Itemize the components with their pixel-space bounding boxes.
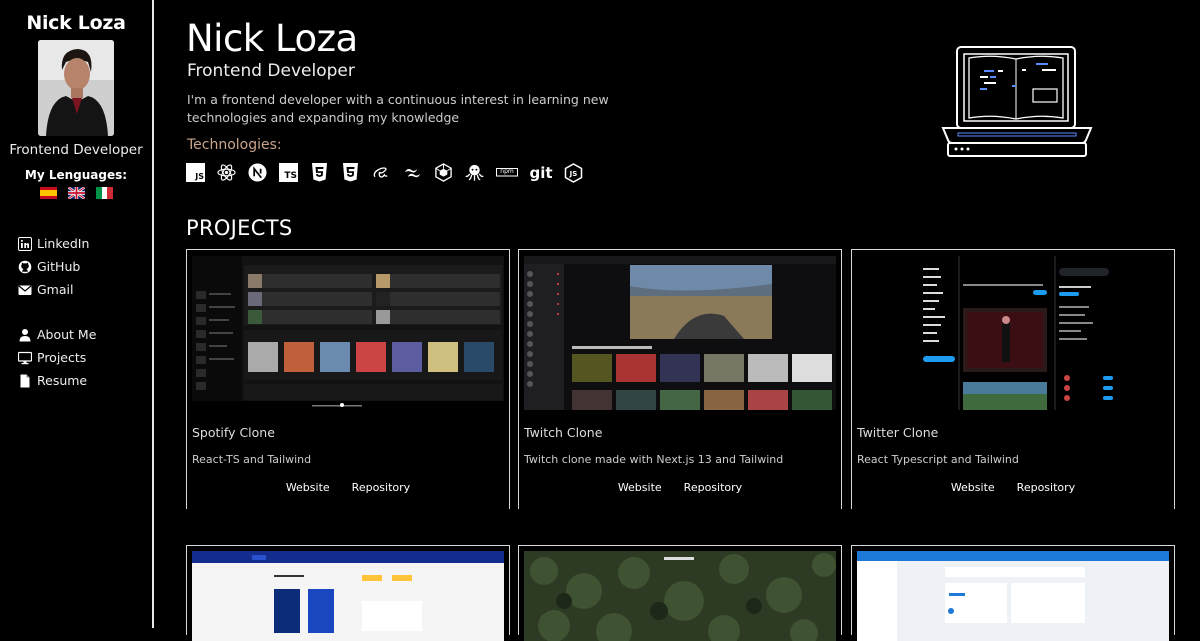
mail-icon bbox=[18, 283, 32, 297]
project-screenshot-twitter[interactable] bbox=[857, 256, 1169, 410]
sidebar-link-label: Gmail bbox=[37, 282, 74, 297]
sidebar-links: LinkedIn GitHub Gmail About Me Projects bbox=[18, 232, 96, 392]
sidebar-link-label: Resume bbox=[37, 373, 88, 388]
css3-icon bbox=[341, 163, 360, 182]
project-card-forest bbox=[518, 545, 842, 641]
git-icon: git bbox=[529, 163, 553, 182]
sidebar-link-label: About Me bbox=[37, 327, 97, 342]
github-icon bbox=[18, 260, 32, 274]
hero-description: I'm a frontend developer with a continuo… bbox=[187, 92, 609, 125]
svg-text:JS: JS bbox=[569, 170, 578, 178]
project-title: Spotify Clone bbox=[192, 425, 275, 440]
sidebar-link-github[interactable]: GitHub bbox=[18, 255, 96, 278]
js-icon: JS bbox=[186, 163, 205, 182]
npm-text: npm bbox=[500, 168, 514, 175]
project-card-payment bbox=[186, 545, 510, 641]
document-icon bbox=[18, 374, 32, 388]
tailwind-icon bbox=[403, 163, 422, 182]
website-link[interactable]: Website bbox=[951, 481, 995, 494]
language-flags bbox=[0, 187, 152, 199]
sidebar-link-label: LinkedIn bbox=[37, 236, 90, 251]
sidebar-link-label: GitHub bbox=[37, 259, 81, 274]
project-card-dashboard bbox=[851, 545, 1175, 641]
avatar bbox=[38, 40, 114, 136]
repository-link[interactable]: Repository bbox=[352, 481, 411, 494]
technologies-list: JS TS npm git JS bbox=[186, 162, 583, 183]
project-card-twitter: Twitter Clone React Typescript and Tailw… bbox=[851, 249, 1175, 509]
laptop-illustration bbox=[940, 45, 1094, 163]
project-description: React-TS and Tailwind bbox=[192, 453, 312, 466]
projects-title: PROJECTS bbox=[186, 216, 293, 240]
webpack-icon bbox=[434, 163, 453, 182]
website-link[interactable]: Website bbox=[286, 481, 330, 494]
nextjs-icon bbox=[248, 163, 267, 182]
italy-flag-icon[interactable] bbox=[95, 187, 113, 199]
project-card-spotify: Spotify Clone React-TS and Tailwind Webs… bbox=[186, 249, 510, 509]
project-screenshot-spotify[interactable] bbox=[192, 256, 504, 410]
sidebar-link-resume[interactable]: Resume bbox=[18, 369, 96, 392]
linkedin-icon bbox=[18, 236, 32, 251]
nodejs-icon: JS bbox=[564, 162, 583, 183]
sidebar-link-linkedin[interactable]: LinkedIn bbox=[18, 232, 96, 255]
sidebar-link-label: Projects bbox=[37, 350, 87, 365]
languages-label: My Lenguages: bbox=[24, 168, 128, 182]
project-title: Twitter Clone bbox=[857, 425, 939, 440]
octopus-icon bbox=[465, 163, 484, 182]
website-link[interactable]: Website bbox=[618, 481, 662, 494]
html5-icon bbox=[310, 163, 329, 182]
repository-link[interactable]: Repository bbox=[684, 481, 743, 494]
sass-icon bbox=[372, 163, 391, 182]
hero-name: Nick Loza bbox=[186, 17, 358, 60]
repository-link[interactable]: Repository bbox=[1017, 481, 1076, 494]
react-icon bbox=[217, 163, 236, 182]
npm-icon: npm bbox=[496, 163, 518, 182]
hero-role: Frontend Developer bbox=[187, 61, 355, 81]
project-card-twitch: Twitch Clone Twitch clone made with Next… bbox=[518, 249, 842, 509]
project-description: Twitch clone made with Next.js 13 and Ta… bbox=[524, 453, 784, 466]
monitor-icon bbox=[18, 351, 32, 365]
sidebar-link-projects[interactable]: Projects bbox=[18, 346, 96, 369]
project-description: React Typescript and Tailwind bbox=[857, 453, 1019, 466]
sidebar-link-about-me[interactable]: About Me bbox=[18, 323, 96, 346]
uk-flag-icon[interactable] bbox=[67, 187, 85, 199]
sidebar: Nick Loza Frontend Developer My Lenguage… bbox=[0, 0, 154, 628]
spain-flag-icon[interactable] bbox=[39, 187, 57, 199]
project-title: Twitch Clone bbox=[524, 425, 603, 440]
ts-icon: TS bbox=[279, 163, 298, 182]
sidebar-link-gmail[interactable]: Gmail bbox=[18, 278, 96, 301]
sidebar-title: Frontend Developer bbox=[9, 142, 143, 158]
sidebar-name: Nick Loza bbox=[26, 12, 126, 34]
technologies-label: Technologies: bbox=[187, 137, 282, 153]
project-screenshot-twitch[interactable] bbox=[524, 256, 836, 410]
user-icon bbox=[18, 328, 32, 342]
